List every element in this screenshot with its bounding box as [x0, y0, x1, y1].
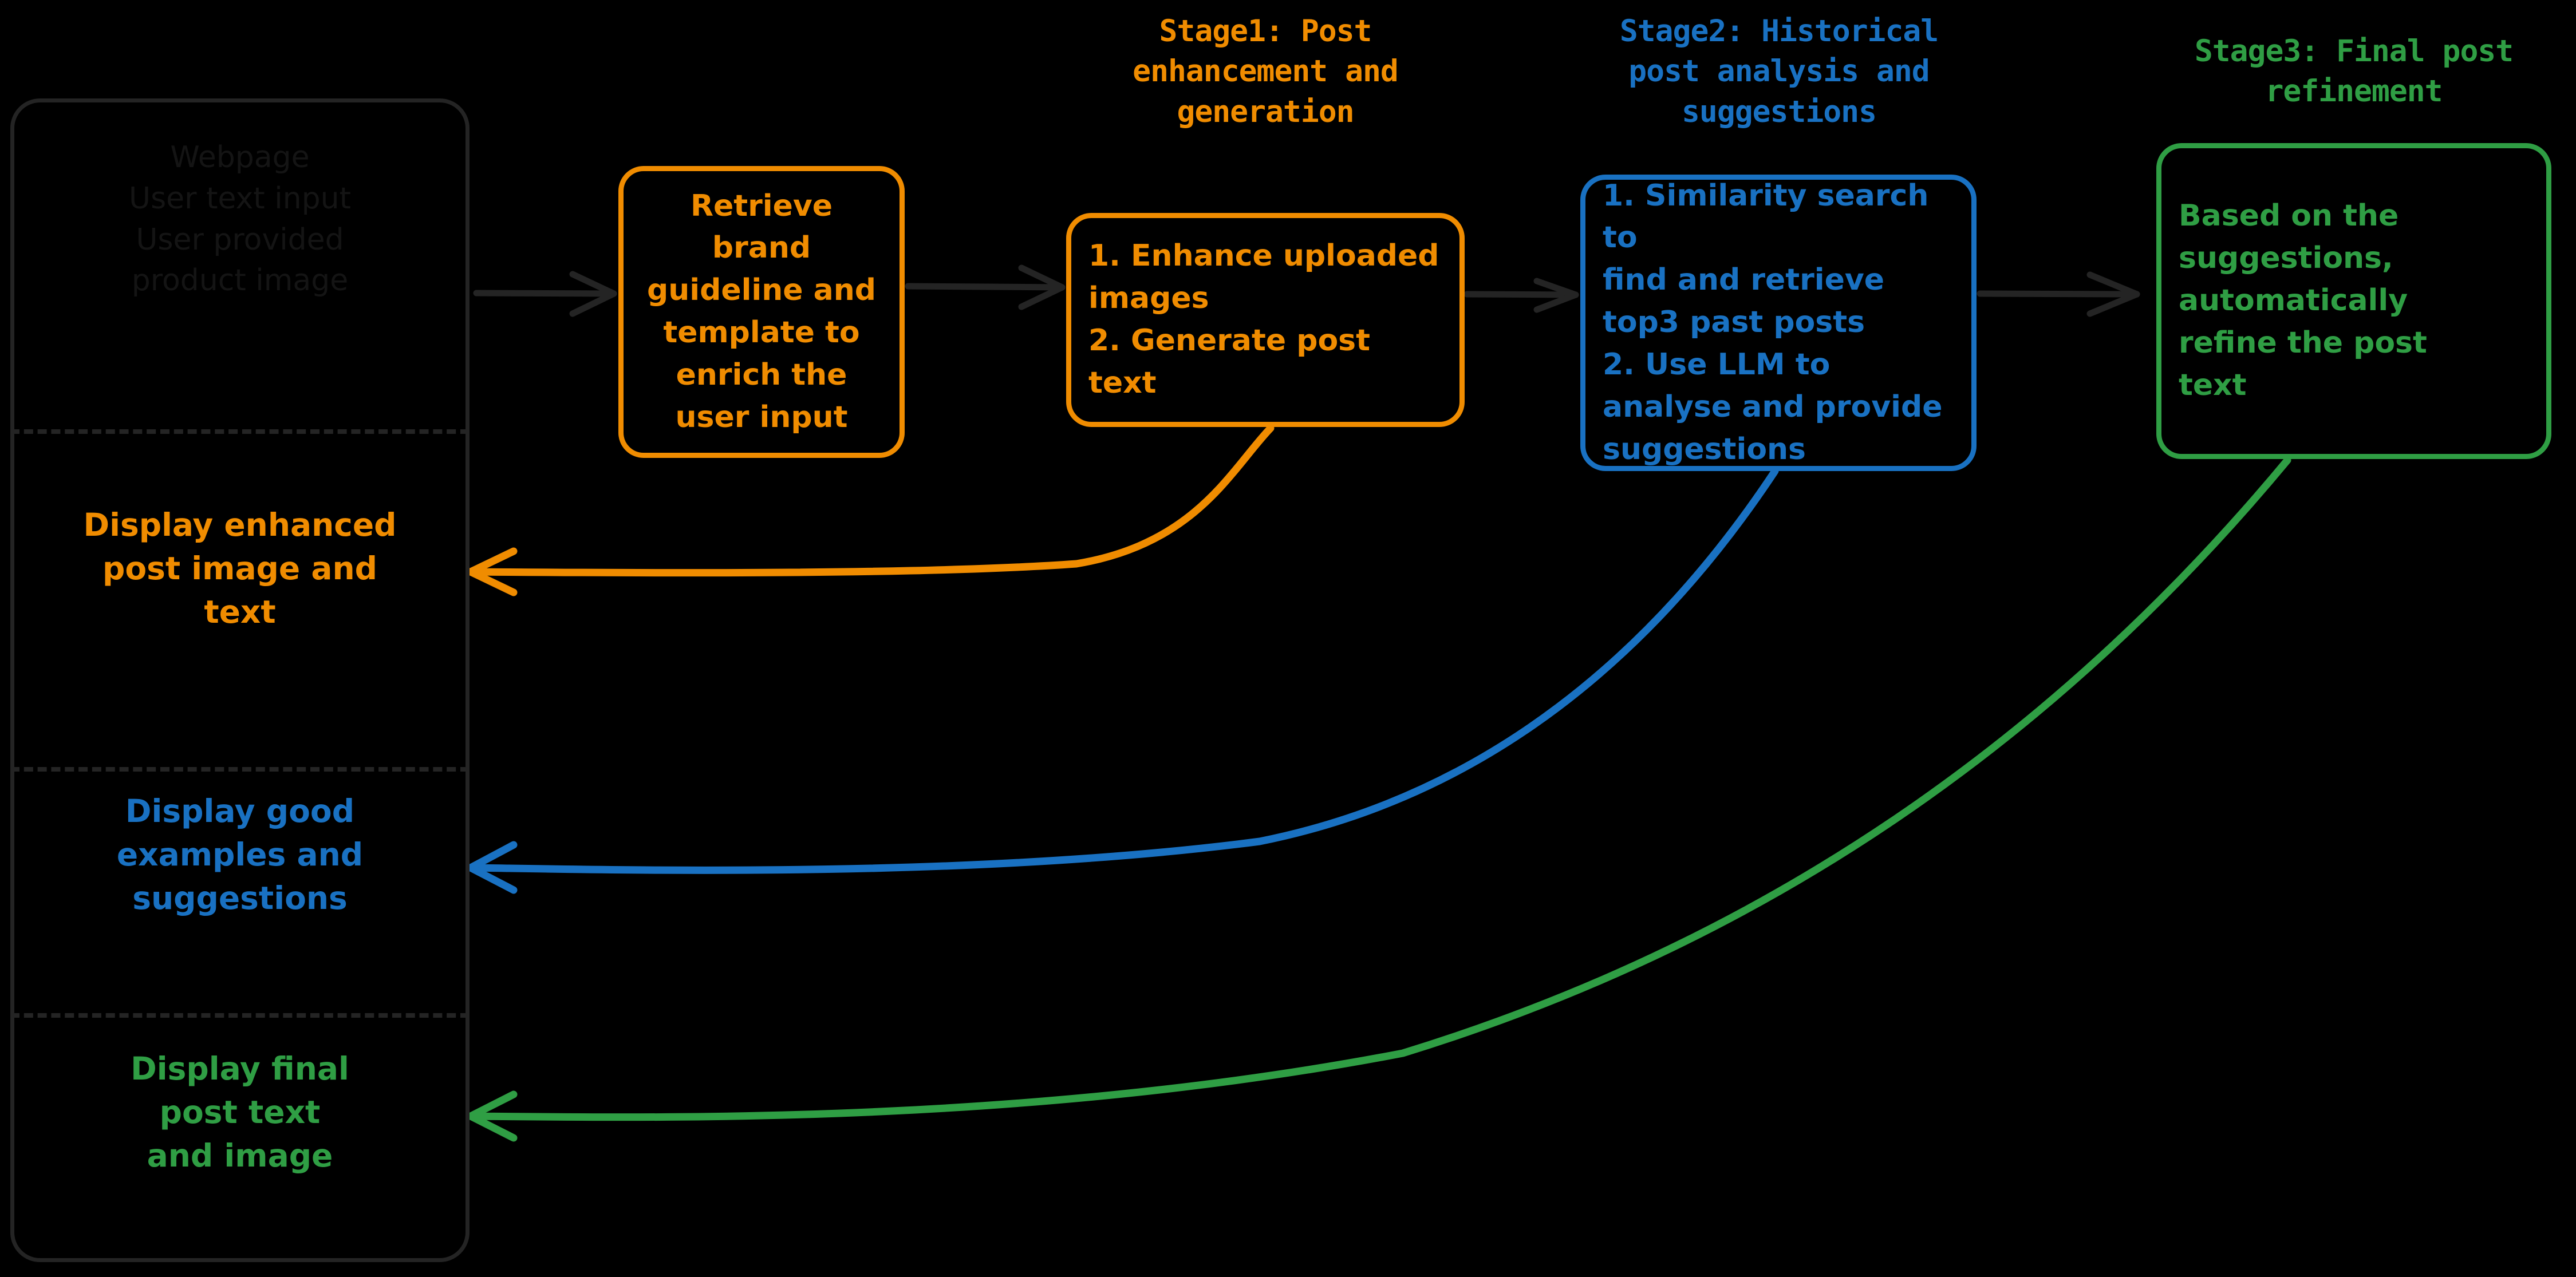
diagram-canvas: Webpage User text input User provided pr… — [0, 0, 2576, 1277]
panel-section-final-output: Display final post text and image — [10, 1047, 470, 1178]
panel-divider-3 — [10, 1013, 470, 1018]
process-box-similarity-search-and-llm: 1. Similarity search to find and retriev… — [1580, 175, 1977, 471]
curve-box4-to-panel — [467, 456, 2291, 1142]
panel-section-enhanced-output: Display enhanced post image and text — [10, 504, 470, 634]
stage1-header: Stage1: Post enhancement and generation — [1133, 14, 1399, 129]
process-box-refine-post-text: Based on the suggestions, automatically … — [2156, 143, 2551, 459]
arrow-box2-to-box3 — [1463, 278, 1579, 313]
panel-section-suggestions-output: Display good examples and suggestions — [10, 790, 470, 920]
stage2-header: Stage2: Historical post analysis and sug… — [1619, 14, 1939, 129]
arrow-box1-to-box2 — [905, 264, 1066, 310]
process-box-enhance-and-generate: 1. Enhance uploaded images 2. Generate p… — [1066, 213, 1465, 427]
panel-green-text: Display final post text and image — [131, 1050, 349, 1174]
arrow-box3-to-box4 — [1977, 271, 2140, 317]
stage3-header: Stage3: Final post refinement — [2194, 34, 2514, 109]
process-box-retrieve-brand-guideline: Retrieve brand guideline and template to… — [618, 166, 905, 458]
arrow-panel-to-box1 — [473, 271, 617, 317]
panel-input-text: Webpage User text input User provided pr… — [129, 140, 351, 298]
panel-section-user-input: Webpage User text input User provided pr… — [10, 137, 470, 424]
curve-box3-to-panel — [467, 467, 1779, 894]
panel-blue-text: Display good examples and suggestions — [116, 793, 364, 916]
panel-divider-2 — [10, 767, 470, 772]
panel-orange-text: Display enhanced post image and text — [83, 507, 397, 630]
panel-divider-1 — [10, 429, 470, 434]
